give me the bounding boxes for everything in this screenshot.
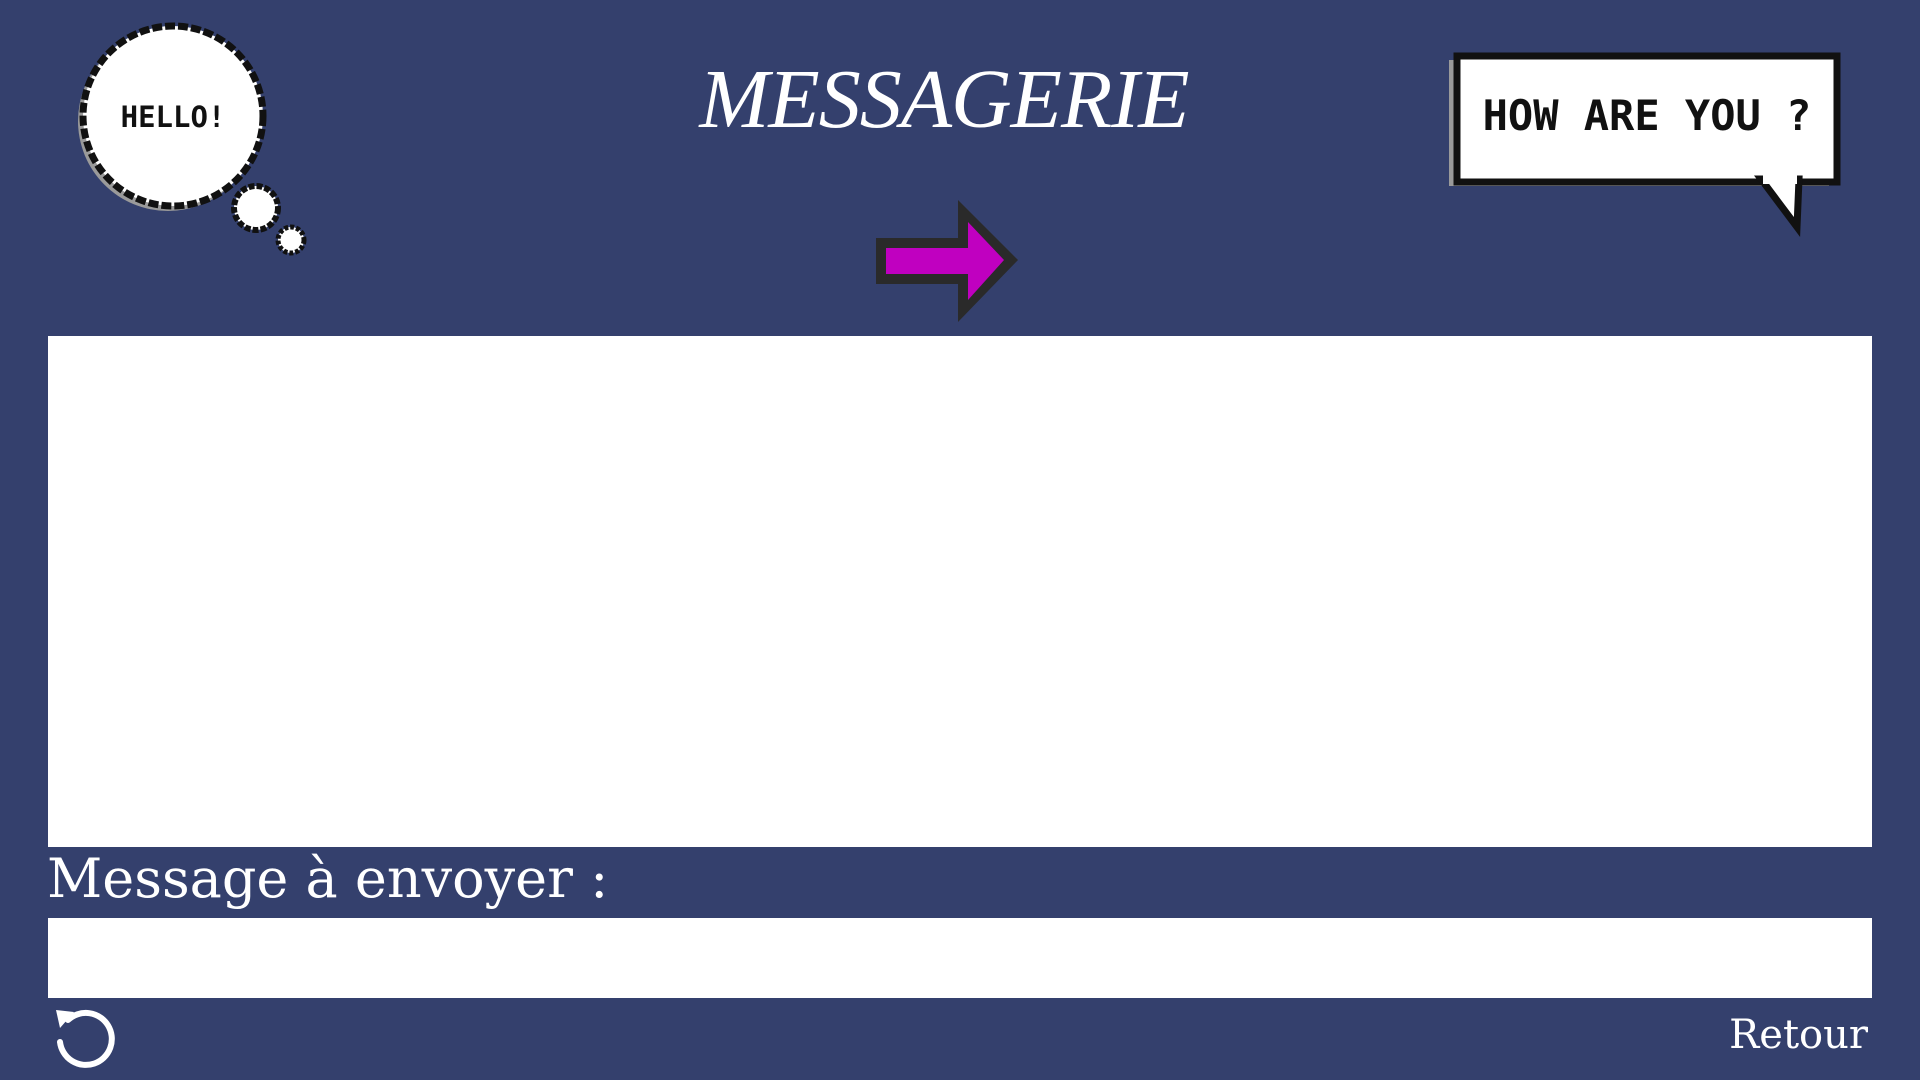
refresh-button[interactable] <box>52 1006 118 1072</box>
pixel-arrow-right-icon <box>876 200 1018 322</box>
messages-area[interactable] <box>48 336 1872 847</box>
compose-label: Message à envoyer : <box>47 847 609 910</box>
back-button[interactable]: Retour <box>1729 1010 1868 1060</box>
send-arrow-button[interactable] <box>872 196 1022 326</box>
message-input[interactable] <box>48 918 1872 998</box>
speech-bubble-text: HOW ARE YOU ? <box>1483 91 1812 140</box>
thought-bubble-text: HELLO! <box>121 100 226 134</box>
how-are-you-speech-bubble-icon: HOW ARE YOU ? <box>1449 52 1841 237</box>
hello-thought-bubble-icon: HELLO! <box>78 22 307 256</box>
refresh-icon <box>56 1009 115 1068</box>
